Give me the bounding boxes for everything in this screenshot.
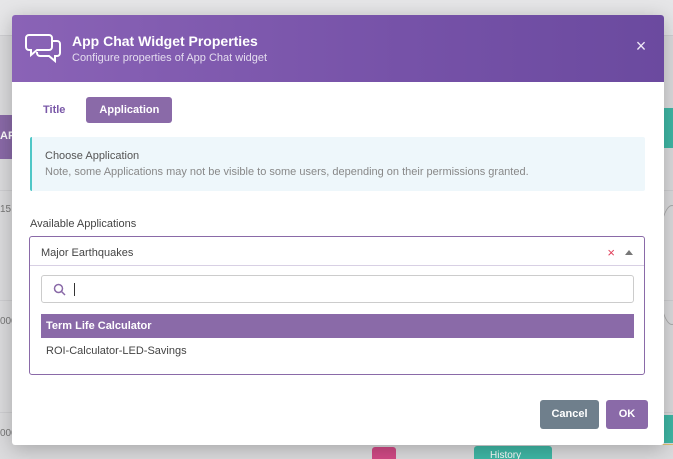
modal-title: App Chat Widget Properties bbox=[72, 33, 258, 49]
background-history-button: History bbox=[474, 446, 552, 459]
application-option[interactable]: ROI-Calculator-LED-Savings bbox=[41, 339, 634, 363]
background-delete-button bbox=[372, 447, 396, 459]
search-icon bbox=[53, 283, 66, 296]
text-cursor bbox=[74, 283, 75, 296]
modal-tabs: Title Application bbox=[30, 97, 173, 123]
chevron-up-icon[interactable] bbox=[625, 250, 633, 255]
application-option[interactable]: Term Life Calculator bbox=[41, 314, 634, 338]
notice-title: Choose Application bbox=[45, 150, 140, 162]
chat-bubbles-icon bbox=[25, 34, 61, 64]
select-divider bbox=[30, 265, 644, 266]
cancel-button[interactable]: Cancel bbox=[540, 400, 599, 429]
application-select[interactable]: Major Earthquakes × Term Life Calculator… bbox=[29, 236, 645, 375]
selected-application[interactable]: Major Earthquakes bbox=[41, 247, 133, 259]
modal-header: App Chat Widget Properties Configure pro… bbox=[12, 15, 664, 82]
background-number: 15 bbox=[0, 204, 12, 215]
widget-properties-modal: App Chat Widget Properties Configure pro… bbox=[12, 15, 664, 445]
close-icon[interactable]: × bbox=[634, 37, 648, 55]
notice-text: Note, some Applications may not be visib… bbox=[45, 166, 529, 178]
tab-title[interactable]: Title bbox=[30, 97, 78, 123]
tab-application[interactable]: Application bbox=[86, 97, 173, 123]
clear-selection-icon[interactable]: × bbox=[607, 245, 615, 260]
background-history-label: History bbox=[490, 450, 522, 459]
info-notice: Choose Application Note, some Applicatio… bbox=[30, 137, 645, 191]
available-applications-label: Available Applications bbox=[30, 218, 137, 230]
ok-button[interactable]: OK bbox=[606, 400, 648, 429]
application-search-input[interactable] bbox=[41, 275, 634, 303]
modal-subtitle: Configure properties of App Chat widget bbox=[72, 52, 268, 64]
